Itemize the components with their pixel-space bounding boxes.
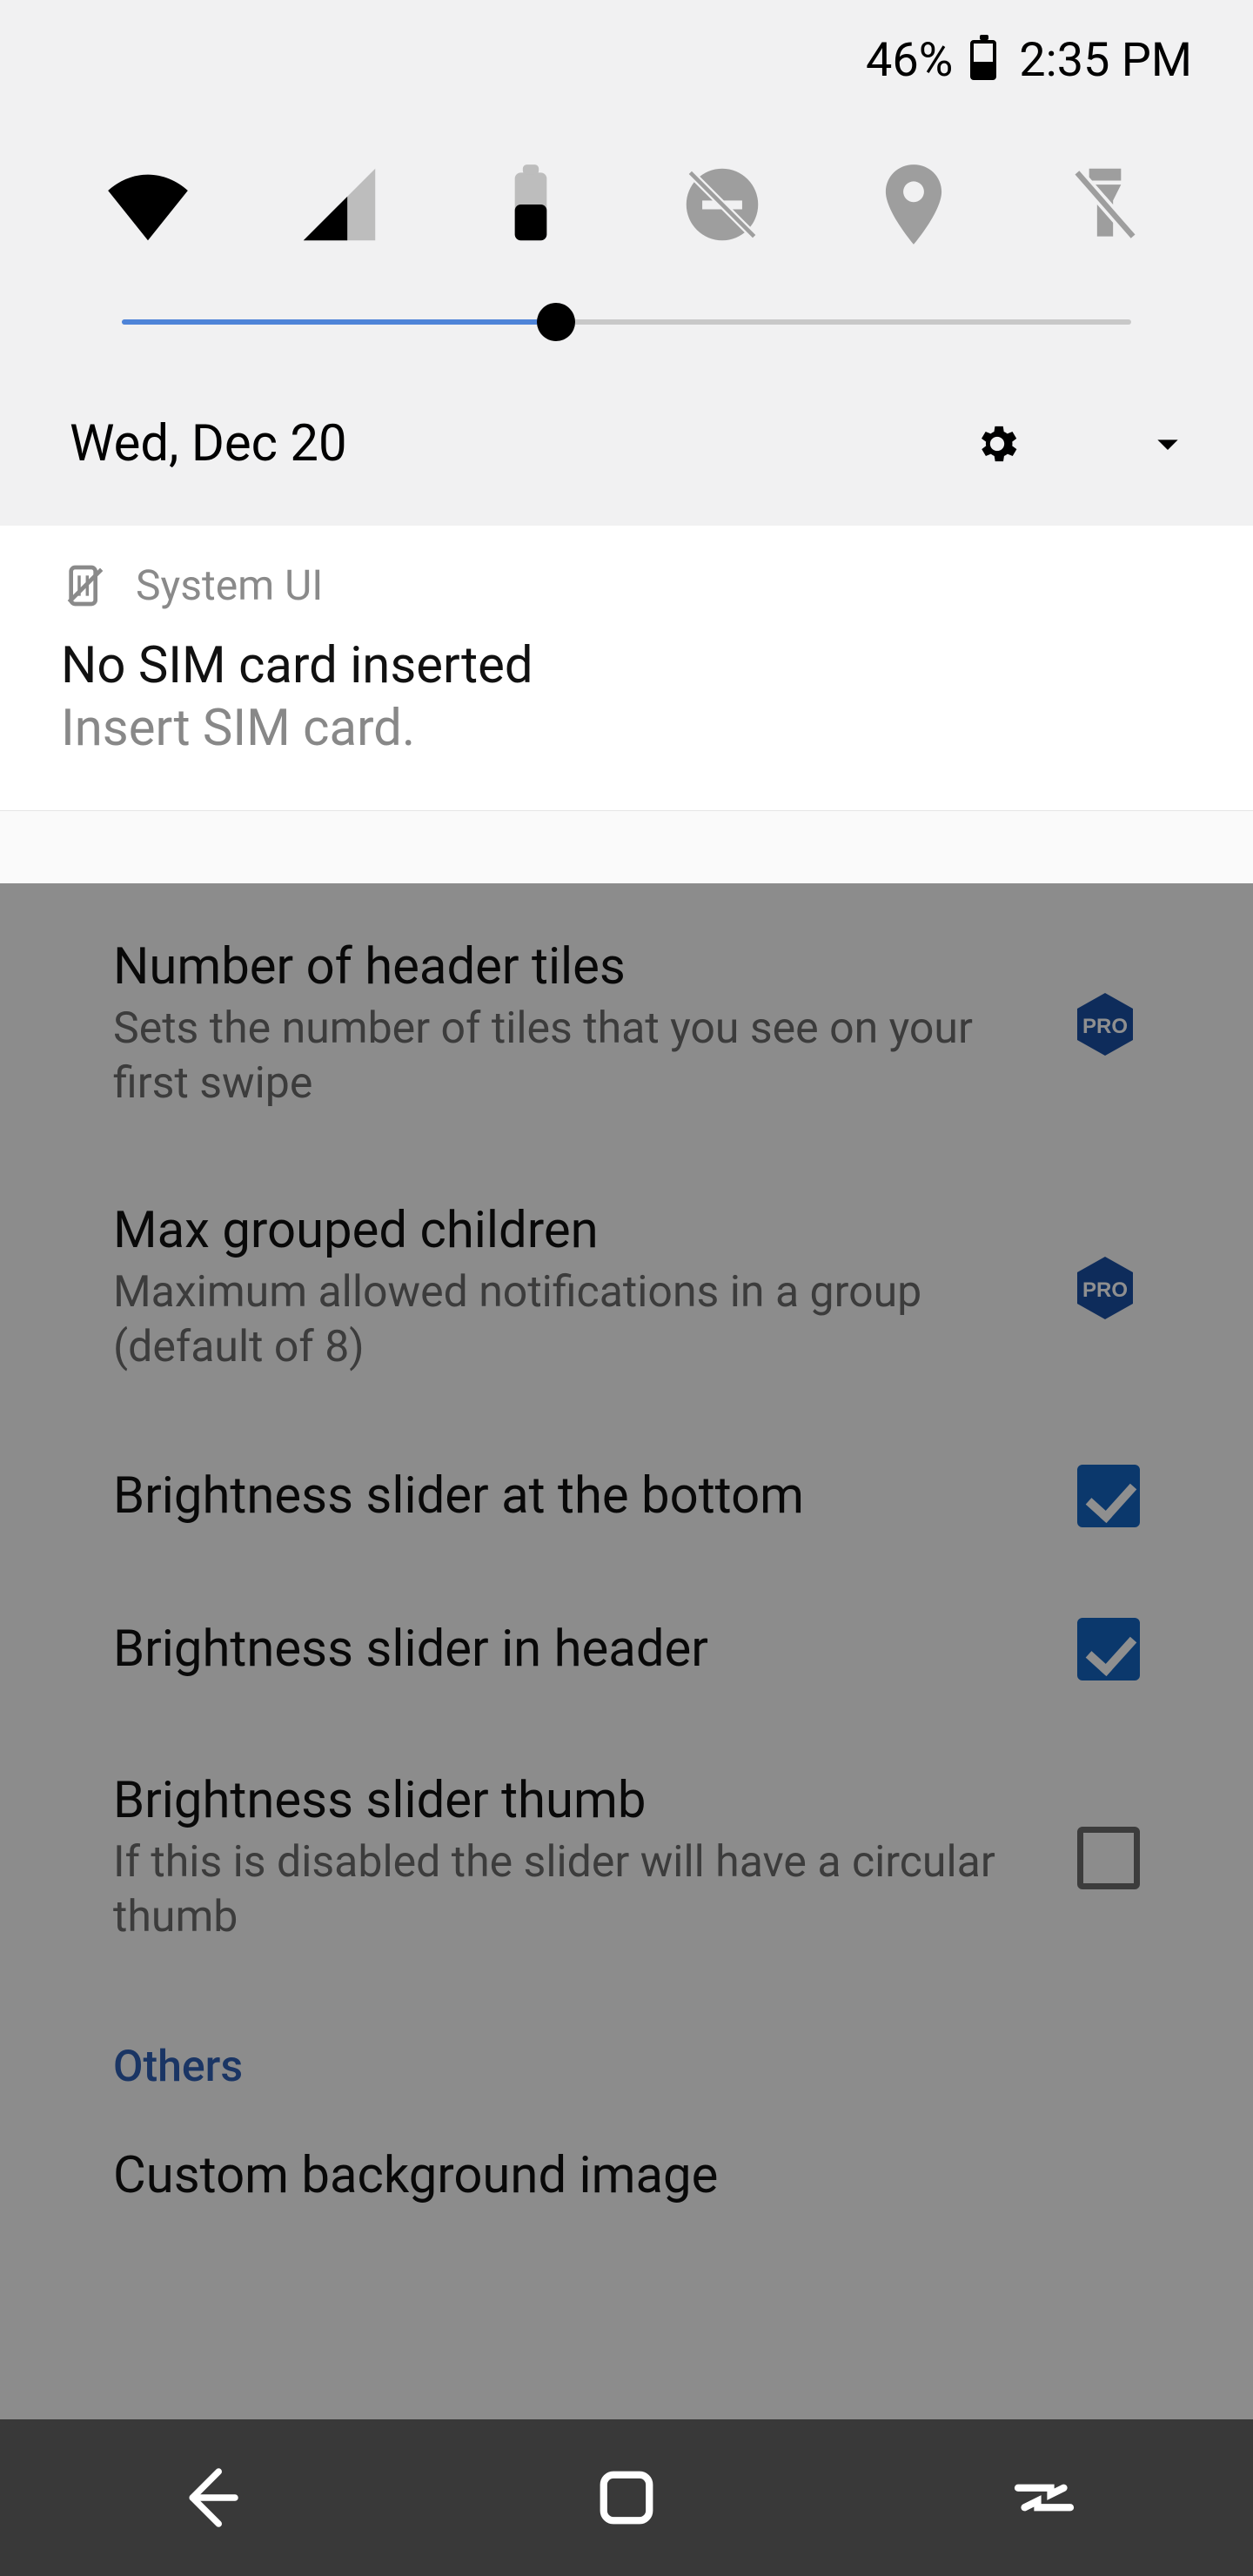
row-title: Custom background image [113, 2146, 1140, 2205]
gear-icon [973, 419, 1022, 468]
notification-card[interactable]: System UI No SIM card inserted Insert SI… [0, 526, 1253, 811]
dnd-tile[interactable] [674, 157, 770, 252]
wifi-tile[interactable] [100, 157, 196, 252]
status-bar: 46% 2:35 PM [0, 0, 1253, 96]
svg-text:PRO: PRO [1082, 1278, 1128, 1302]
row-title: Brightness slider in header [113, 1620, 1042, 1679]
slider-thumb[interactable] [537, 303, 575, 341]
row-brightness-bottom[interactable]: Brightness slider at the bottom [0, 1419, 1253, 1573]
row-custom-bg[interactable]: Custom background image [0, 2101, 1253, 2214]
pro-badge: PRO [1070, 989, 1140, 1059]
qs-tiles-row [0, 96, 1253, 296]
flashlight-off-icon [1057, 157, 1153, 252]
checkbox[interactable] [1077, 1827, 1140, 1889]
navigation-bar [0, 2419, 1253, 2576]
back-icon [170, 2459, 248, 2537]
back-button[interactable] [170, 2459, 248, 2537]
clock-label: 2:35 PM [1019, 33, 1192, 88]
battery-percent-label: 46% [866, 33, 953, 88]
row-title: Brightness slider at the bottom [113, 1466, 1042, 1526]
location-icon [866, 157, 962, 252]
row-subtitle: If this is disabled the slider will have… [113, 1835, 1042, 1944]
row-subtitle: Maximum allowed notifications in a group… [113, 1265, 1035, 1374]
home-icon [587, 2459, 666, 2537]
checkbox[interactable] [1077, 1465, 1140, 1527]
dnd-off-icon [674, 157, 770, 252]
row-brightness-thumb[interactable]: Brightness slider thumb If this is disab… [0, 1726, 1253, 1989]
recents-button[interactable] [1005, 2459, 1083, 2537]
row-subtitle: Sets the number of tiles that you see on… [113, 1002, 1035, 1110]
row-max-grouped[interactable]: Max grouped children Maximum allowed not… [0, 1156, 1253, 1419]
sim-icon [61, 561, 110, 610]
section-header-others: Others [0, 1989, 1253, 2101]
location-tile[interactable] [866, 157, 962, 252]
checkbox[interactable] [1077, 1618, 1140, 1680]
battery-icon [970, 40, 996, 80]
wifi-icon [100, 157, 196, 252]
cell-tile[interactable] [291, 157, 387, 252]
battery-tile[interactable] [483, 157, 579, 252]
slider-fill [122, 319, 556, 325]
row-title: Max grouped children [113, 1201, 1035, 1260]
settings-list: Number of header tiles Sets the number o… [0, 883, 1253, 2576]
pro-badge: PRO [1070, 1253, 1140, 1323]
row-brightness-header[interactable]: Brightness slider in header [0, 1573, 1253, 1726]
row-title: Brightness slider thumb [113, 1771, 1042, 1830]
expand-button[interactable] [1143, 419, 1192, 468]
row-title: Number of header tiles [113, 937, 1035, 996]
signal-icon [291, 157, 387, 252]
brightness-slider[interactable] [0, 296, 1253, 383]
svg-text:PRO: PRO [1082, 1015, 1128, 1038]
qs-date[interactable]: Wed, Dec 20 [70, 414, 851, 473]
notification-app-name: System UI [136, 560, 323, 610]
chevron-down-icon [1143, 419, 1192, 468]
flashlight-tile[interactable] [1057, 157, 1153, 252]
recents-icon [1005, 2459, 1083, 2537]
battery-icon [483, 157, 579, 252]
settings-button[interactable] [973, 419, 1022, 468]
home-button[interactable] [587, 2459, 666, 2537]
notification-subtitle: Insert SIM card. [61, 699, 1192, 758]
row-header-tiles[interactable]: Number of header tiles Sets the number o… [0, 892, 1253, 1156]
quick-settings-panel[interactable]: 46% 2:35 PM [0, 0, 1253, 526]
notification-title: No SIM card inserted [61, 636, 1192, 695]
